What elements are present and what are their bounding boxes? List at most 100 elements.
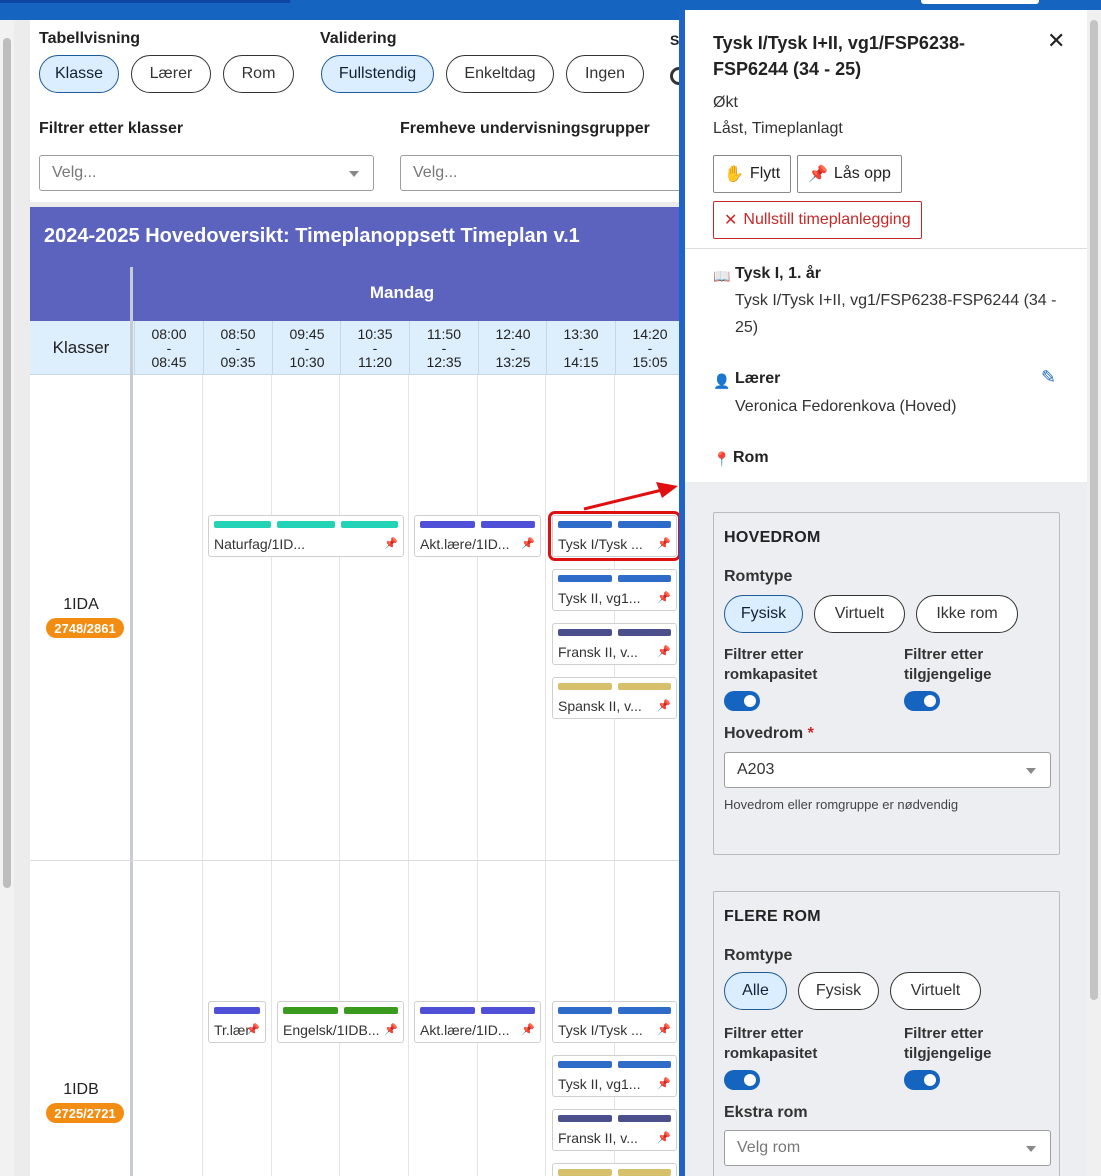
close-icon[interactable]: ✕ xyxy=(1047,28,1065,54)
panel-title: Tysk I/Tysk I+II, vg1/FSP6238-FSP6244 (3… xyxy=(713,33,965,79)
panel-scrollbar[interactable] xyxy=(1087,10,1101,1176)
lesson-label: Spansk II, v... xyxy=(558,698,642,714)
lesson-card-selected[interactable]: Tysk I/Tysk ... 📌 xyxy=(548,511,681,561)
annotation-arrow-icon xyxy=(583,482,678,511)
grid-line xyxy=(545,375,546,1176)
tilgjengelige-toggle[interactable] xyxy=(904,691,940,711)
lesson-card[interactable]: Tr.lær 📌 xyxy=(208,1001,266,1043)
klasser-column-header: Klasser xyxy=(52,338,110,357)
flytt-button[interactable]: ✋ Flytt xyxy=(713,155,792,193)
status-badge: 2748/2861 xyxy=(46,618,124,638)
view-klasse-button[interactable]: Klasse xyxy=(39,55,119,93)
hand-icon: ✋ xyxy=(724,166,744,183)
pin-icon: 📌 xyxy=(657,1024,671,1036)
klasser-separator xyxy=(130,267,133,1176)
romtype-virtuelt-button[interactable]: Virtuelt xyxy=(814,595,905,633)
pin-icon: 📌 xyxy=(384,1024,398,1036)
hovedrom-select[interactable]: A203 xyxy=(724,752,1051,788)
hovedrom-field-label: Hovedrom * xyxy=(724,725,814,742)
filtrer-klasser-placeholder: Velg... xyxy=(52,164,97,181)
lesson-card[interactable]: Akt.lære/1ID... 📌 xyxy=(414,1001,541,1043)
top-bar-accent xyxy=(0,0,290,3)
page-scrollbar[interactable] xyxy=(0,20,14,1176)
hovedrom-title: HOVEDROM xyxy=(724,529,821,546)
page-scrollbar-thumb[interactable] xyxy=(3,38,11,888)
chevron-down-icon xyxy=(349,171,359,177)
pin-icon: 📌 xyxy=(657,592,671,604)
kapasitet-toggle[interactable] xyxy=(724,1070,760,1090)
fremheve-label: Fremheve undervisningsgrupper xyxy=(400,120,650,137)
grid-line xyxy=(339,375,340,1176)
lesson-card[interactable]: Fransk II, v... 📌 xyxy=(552,623,677,665)
edit-pencil-icon[interactable]: ✎ xyxy=(1041,367,1056,388)
lesson-card[interactable]: Fransk II, v... 📌 xyxy=(552,1109,677,1151)
lesson-label: Tysk II, vg1... xyxy=(558,1076,641,1092)
chevron-down-icon xyxy=(1026,1146,1036,1152)
kapasitet-toggle[interactable] xyxy=(724,691,760,711)
validering-enkeltdag-button[interactable]: Enkeltdag xyxy=(446,55,554,93)
room-section: HOVEDROM Romtype Fysisk Virtuelt Ikke ro… xyxy=(685,482,1101,1176)
flere-rom-box: FLERE ROM Romtype Alle Fysisk Virtuelt F… xyxy=(713,891,1060,1176)
time-slot: 11:50-12:35 xyxy=(409,321,478,375)
pin-icon: 📌 xyxy=(521,1024,535,1036)
flytt-label: Flytt xyxy=(749,165,781,182)
pin-icon: 📌 xyxy=(657,1132,671,1144)
lesson-card[interactable]: Engelsk/1IDB... 📌 xyxy=(277,1001,404,1043)
lesson-card[interactable]: Tysk II, vg1... 📌 xyxy=(552,1055,677,1097)
pin-icon: 📌 xyxy=(657,538,671,550)
row-divider xyxy=(30,860,690,861)
partial-label: S xyxy=(670,32,680,48)
lesson-card[interactable]: Tysk I/Tysk ... 📌 xyxy=(552,1001,677,1043)
lesson-card[interactable]: Tysk II, vg1... 📌 xyxy=(552,569,677,611)
lesson-label: Akt.lære/1ID... xyxy=(420,1022,510,1038)
tabellvisning-label: Tabellvisning xyxy=(39,30,141,47)
nullstill-button[interactable]: ✕ Nullstill timeplanlegging xyxy=(713,201,922,239)
view-laerer-button[interactable]: Lærer xyxy=(131,55,211,93)
lesson-label: Fransk II, v... xyxy=(558,644,638,660)
grid-line xyxy=(477,375,478,1176)
course-title: Tysk I, 1. år xyxy=(735,265,821,282)
romtype-fysisk-button[interactable]: Fysisk xyxy=(798,972,879,1010)
filter-tilgjengelige-label: Filtrer etter tilgjengelige xyxy=(904,646,992,683)
session-status: Låst, Timeplanlagt xyxy=(713,120,843,137)
lesson-card[interactable]: Naturfag/1ID... 📌 xyxy=(208,515,404,557)
day-label: Mandag xyxy=(369,283,435,302)
tilgjengelige-toggle[interactable] xyxy=(904,1070,940,1090)
lesson-card[interactable] xyxy=(552,1163,677,1176)
lesson-label: Engelsk/1IDB... xyxy=(283,1022,380,1038)
fremheve-select[interactable]: Velg... xyxy=(400,155,700,191)
grid-line xyxy=(408,375,409,1176)
time-slot: 12:40-13:25 xyxy=(478,321,547,375)
lesson-label: Naturfag/1ID... xyxy=(214,536,306,552)
timetable-grid: 2024-2025 Hovedoversikt: Timeplanoppsett… xyxy=(30,207,690,1176)
pin-icon: 📌 xyxy=(808,166,828,183)
panel-scrollbar-thumb[interactable] xyxy=(1090,20,1098,1000)
detail-panel: Tysk I/Tysk I+II, vg1/FSP6238-FSP6244 (3… xyxy=(679,10,1101,1176)
filter-kapasitet-label: Filtrer etter romkapasitet xyxy=(724,1025,818,1062)
timetable-title: 2024-2025 Hovedoversikt: Timeplanoppsett… xyxy=(44,225,580,247)
romtype-label: Romtype xyxy=(724,947,793,964)
filtrer-klasser-select[interactable]: Velg... xyxy=(39,155,374,191)
ekstra-rom-select[interactable]: Velg rom xyxy=(724,1130,1051,1166)
romtype-virtuelt-button[interactable]: Virtuelt xyxy=(890,972,981,1010)
romtype-alle-button[interactable]: Alle xyxy=(724,972,787,1010)
validering-ingen-button[interactable]: Ingen xyxy=(566,55,644,93)
chevron-down-icon xyxy=(1026,768,1036,774)
panel-divider xyxy=(685,248,1101,249)
validering-fullstendig-button[interactable]: Fullstendig xyxy=(321,55,434,93)
lesson-card[interactable]: Spansk II, v... 📌 xyxy=(552,677,677,719)
top-bar-button[interactable] xyxy=(921,0,1039,4)
time-slot: 13:30-14:15 xyxy=(546,321,615,375)
user-icon: 👤 xyxy=(713,373,731,389)
location-pin-icon: 📍 xyxy=(713,451,731,467)
lesson-label: Tysk I/Tysk ... xyxy=(558,536,643,552)
view-rom-button[interactable]: Rom xyxy=(223,55,294,93)
romtype-fysisk-button[interactable]: Fysisk xyxy=(724,595,803,633)
validering-label: Validering xyxy=(320,30,397,47)
time-slot: 08:50-09:35 xyxy=(203,321,272,375)
lesson-label: Tr.lær xyxy=(214,1022,251,1038)
romtype-ikke-rom-button[interactable]: Ikke rom xyxy=(916,595,1018,633)
lesson-card[interactable]: Akt.lære/1ID... 📌 xyxy=(414,515,541,557)
lesson-label: Tysk II, vg1... xyxy=(558,590,641,606)
las-opp-button[interactable]: 📌 Lås opp xyxy=(797,155,902,193)
